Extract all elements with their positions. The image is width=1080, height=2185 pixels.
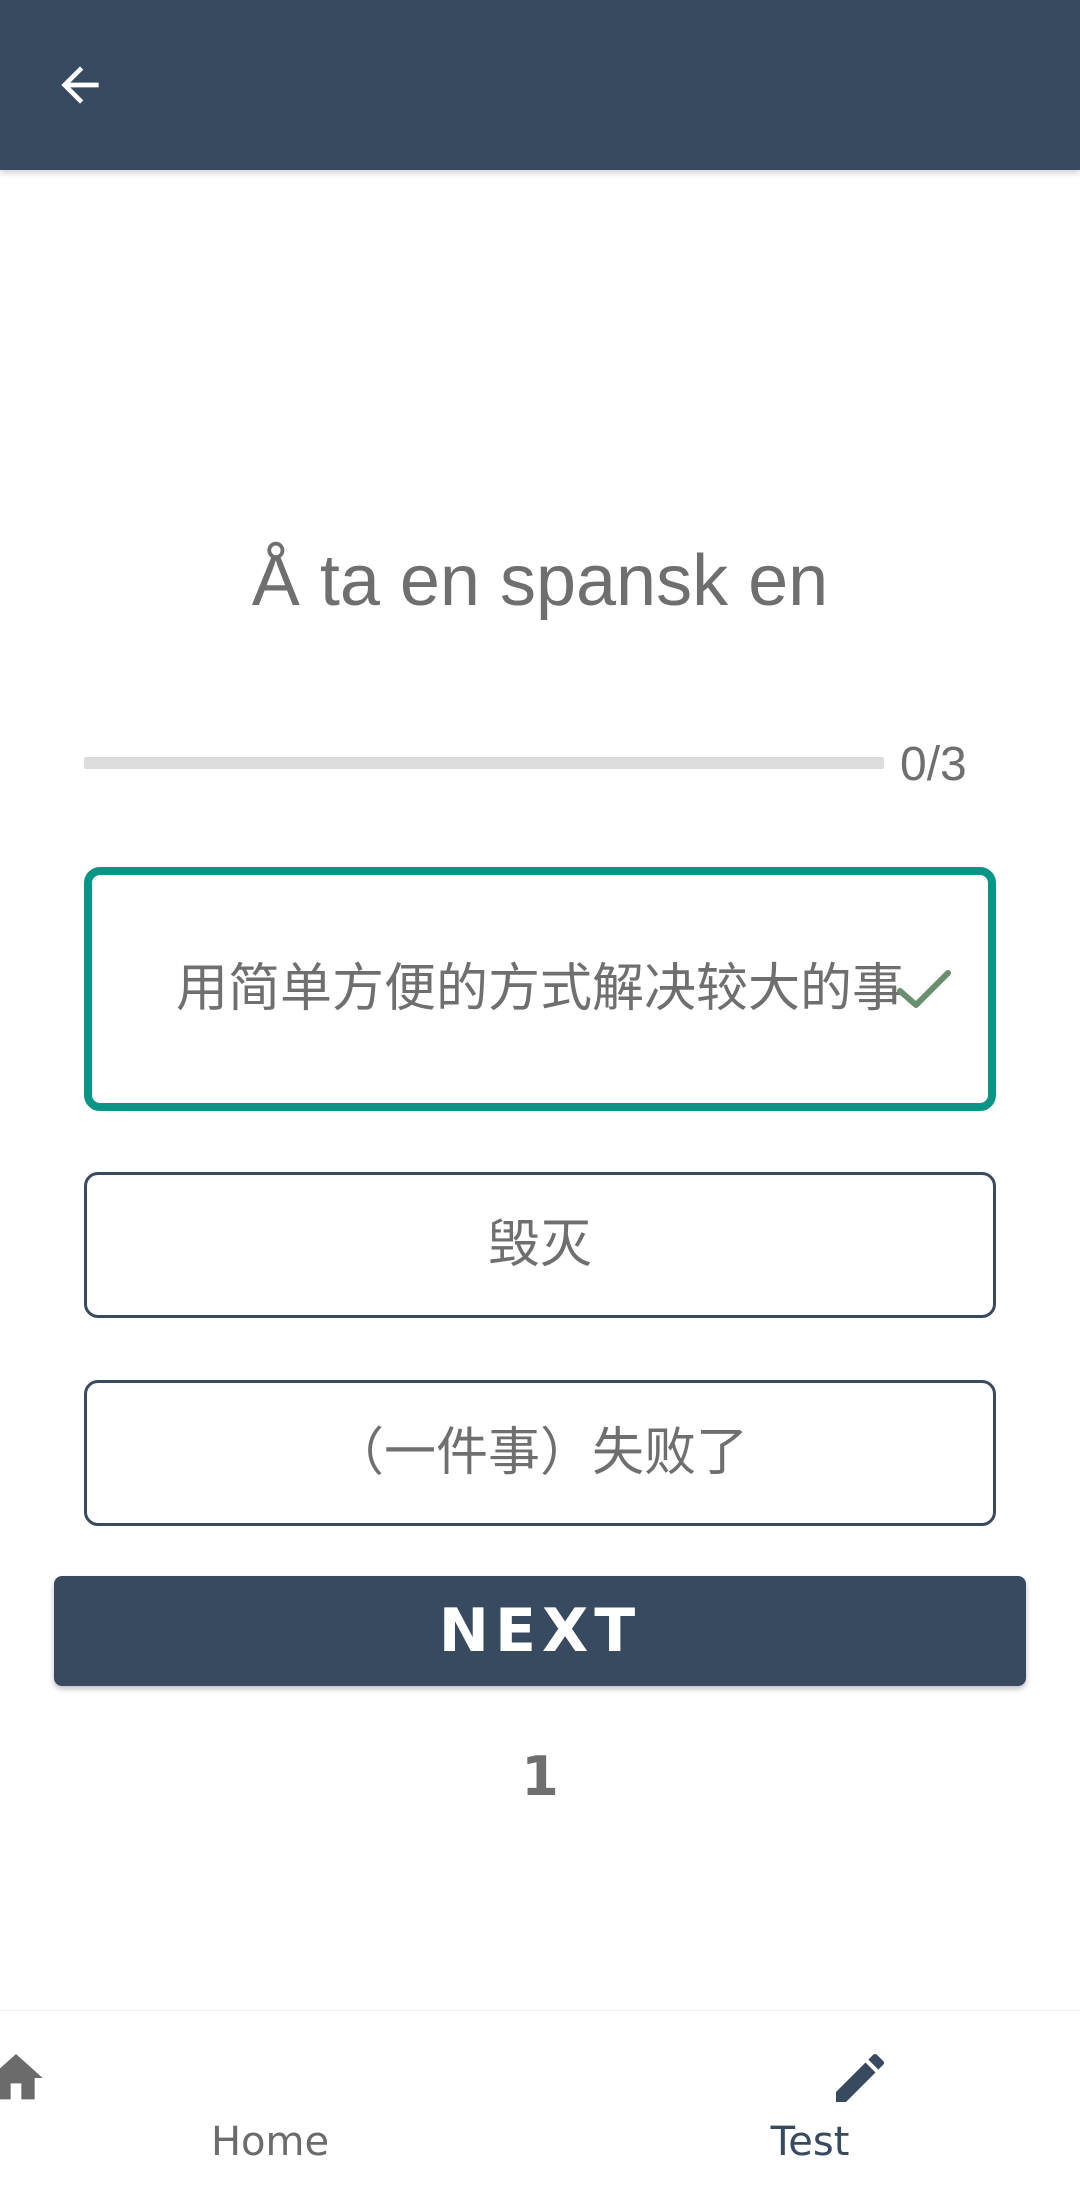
pencil-icon <box>590 2046 1080 2110</box>
nav-label-home: Home <box>210 2119 330 2165</box>
answer-option-1[interactable]: 用简单方便的方式解决较大的事 <box>84 867 996 1111</box>
home-icon <box>0 2046 286 2110</box>
back-button[interactable] <box>40 45 120 125</box>
progress-count: 0/3 <box>900 738 967 791</box>
arrow-back-icon <box>61 66 99 104</box>
answer-option-label: 用简单方便的方式解决较大的事 <box>175 959 904 1019</box>
answer-option-2[interactable]: 毁灭 <box>84 1172 996 1318</box>
app-bar <box>0 0 1080 170</box>
answer-option-label: 毁灭 <box>487 1215 592 1275</box>
nav-label-test: Test <box>770 2119 850 2165</box>
progress-bar <box>84 757 884 769</box>
nav-item-home[interactable]: Home <box>0 2011 540 2185</box>
next-button[interactable]: NEXT <box>54 1576 1026 1686</box>
question-word: Å ta en spansk en <box>251 541 829 621</box>
app-screen: Å ta en spansk en 0/3 用简单方便的方式解决较大的事 毁灭 … <box>0 0 1080 2185</box>
bottom-navigation: Home Test <box>0 2010 1080 2185</box>
checkmark-icon <box>897 970 951 1008</box>
answer-option-3[interactable]: （一件事）失败了 <box>84 1380 996 1526</box>
answer-option-label: （一件事）失败了 <box>331 1423 748 1483</box>
question-counter: 1 <box>521 1745 559 1808</box>
nav-item-test[interactable]: Test <box>540 2011 1080 2185</box>
